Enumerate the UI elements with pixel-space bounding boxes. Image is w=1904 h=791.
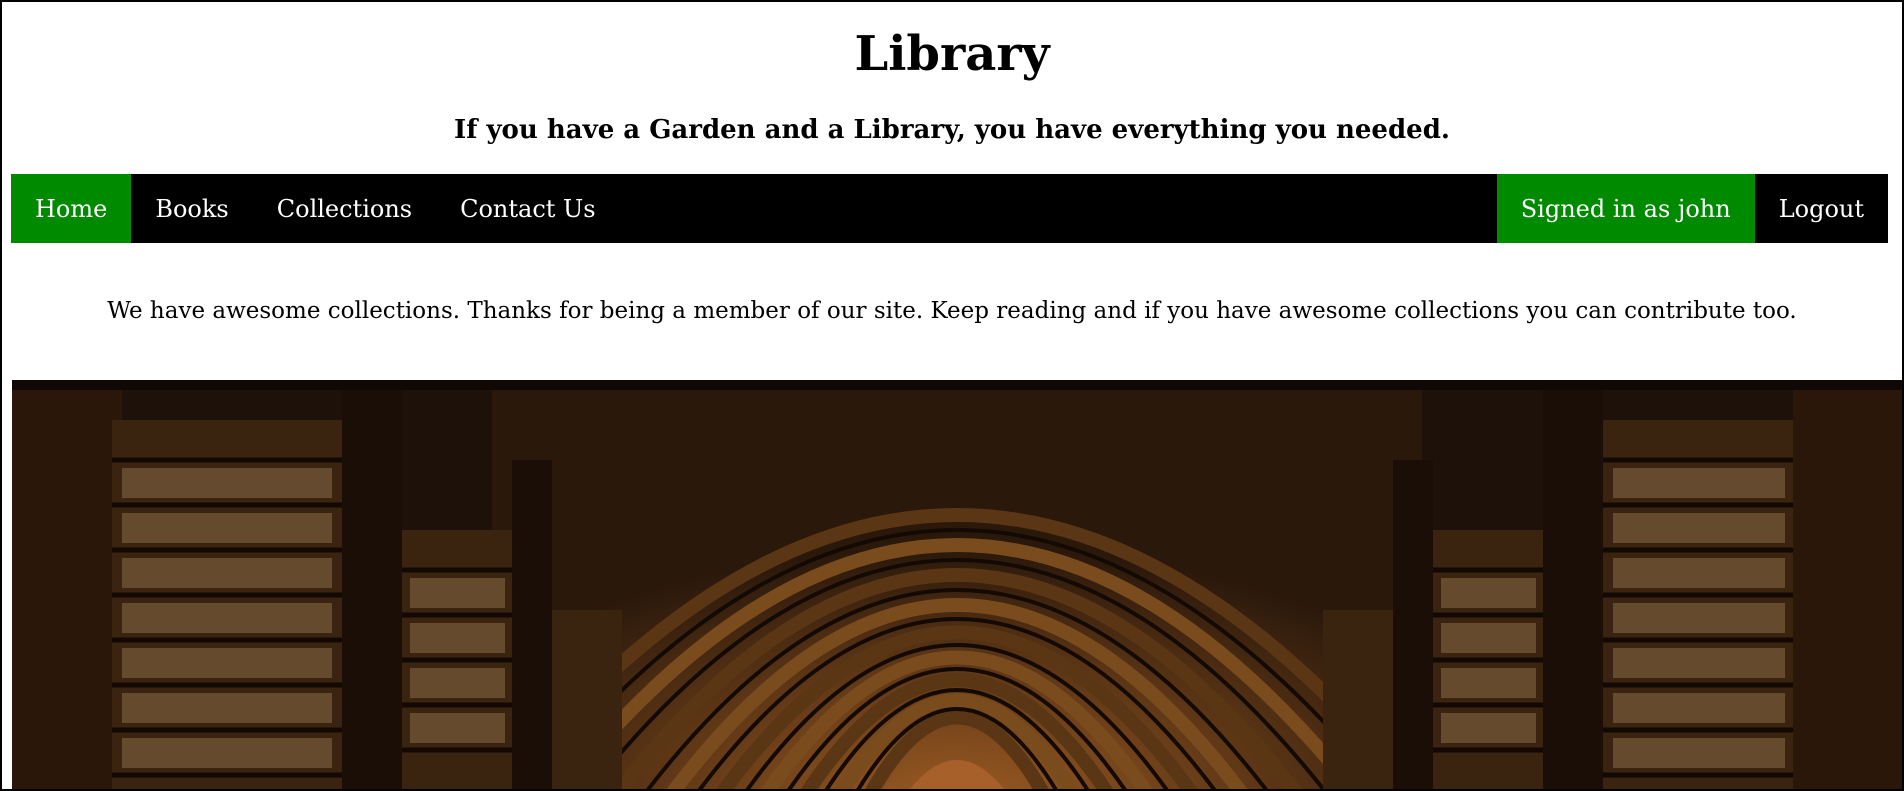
nav-left-group: Home Books Collections Contact Us (11, 174, 620, 243)
nav-logout-link[interactable]: Logout (1755, 174, 1888, 243)
nav-books-link[interactable]: Books (131, 174, 252, 243)
intro-text: We have awesome collections. Thanks for … (107, 298, 1797, 324)
site-title: Library (854, 26, 1050, 82)
main-navbar: Home Books Collections Contact Us Signed… (11, 174, 1888, 243)
nav-signed-in-user[interactable]: Signed in as john (1496, 174, 1755, 243)
page: Library If you have a Garden and a Libra… (0, 0, 1904, 791)
nav-home-link[interactable]: Home (11, 174, 132, 243)
library-hall-image (12, 380, 1902, 789)
library-hall-illustration (12, 380, 1902, 789)
nav-right-group: Signed in as john Logout (1496, 174, 1888, 243)
nav-collections-link[interactable]: Collections (253, 174, 436, 243)
nav-contact-us-link[interactable]: Contact Us (436, 174, 619, 243)
site-tagline: If you have a Garden and a Library, you … (454, 115, 1450, 145)
